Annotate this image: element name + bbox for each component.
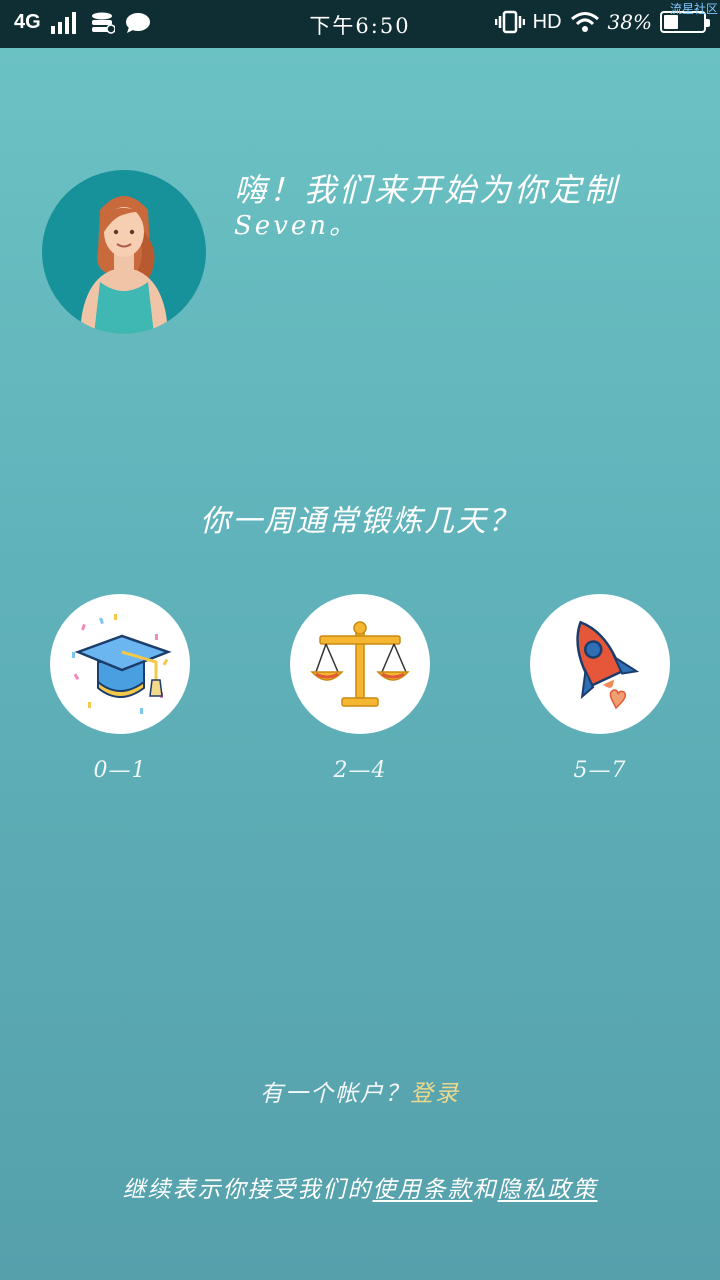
status-bar: 4G 下午6:50 HD 38% 流星社区: [0, 0, 720, 48]
option-2-4[interactable]: 2—4: [290, 594, 430, 783]
option-5-7[interactable]: 5—7: [530, 594, 670, 783]
option-2-4-label: 2—4: [333, 758, 387, 783]
terms-of-use-link[interactable]: 使用条款: [373, 1177, 473, 1203]
greeting-line: 嗨！我们来开始为你定制: [234, 171, 620, 209]
graduation-cap-icon: [72, 614, 172, 714]
question-title: 你一周通常锻炼几天？: [200, 504, 520, 539]
rocket-icon: [576, 620, 640, 710]
balance-scale-icon: [310, 621, 410, 707]
battery-percent: 38%: [607, 10, 652, 34]
login-link[interactable]: 登录: [410, 1081, 460, 1107]
terms-notice: 继续表示你接受我们的使用条款和隐私政策: [0, 1170, 720, 1204]
option-0-1-circle[interactable]: [50, 594, 190, 734]
watermark: 流星社区: [669, 2, 718, 16]
option-5-7-circle[interactable]: [530, 594, 670, 734]
greeting-text: 嗨！我们来开始为你定制 Seven。: [234, 170, 674, 242]
option-2-4-circle[interactable]: [290, 594, 430, 734]
terms-prefix: 继续表示你接受我们的: [122, 1177, 373, 1203]
terms-and: 和: [472, 1177, 498, 1203]
account-question: 有一个帐户？: [260, 1081, 410, 1107]
coach-avatar: [42, 170, 206, 334]
vibrate-icon: [494, 10, 525, 34]
account-prompt: 有一个帐户？登录: [0, 1074, 720, 1108]
hd-indicator: HD: [532, 10, 562, 33]
option-0-1[interactable]: 0—1: [50, 594, 190, 783]
option-5-7-label: 5—7: [573, 758, 627, 783]
option-0-1-label: 0—1: [93, 758, 147, 783]
user-name: Seven。: [234, 211, 359, 241]
woman-avatar-icon: [80, 196, 168, 334]
privacy-policy-link[interactable]: 隐私政策: [498, 1177, 598, 1203]
wifi-icon: [570, 12, 599, 32]
